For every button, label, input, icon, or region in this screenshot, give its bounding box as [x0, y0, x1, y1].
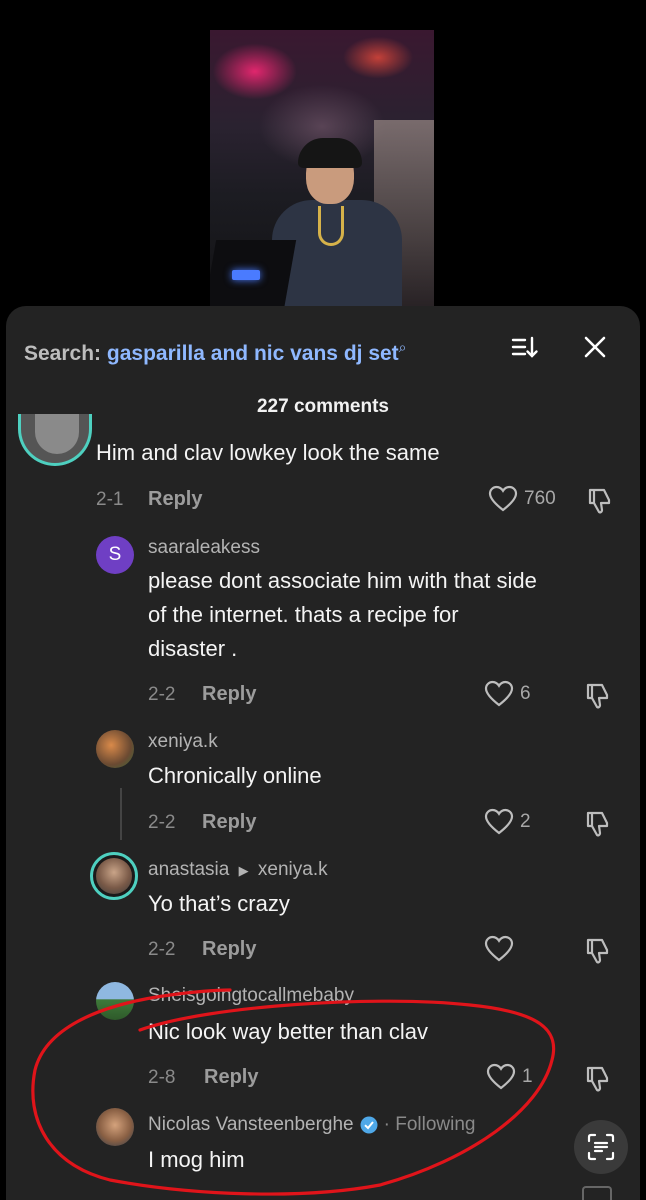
- video-person-cap: [298, 138, 362, 168]
- avatar[interactable]: [96, 730, 134, 768]
- scan-text-icon: [587, 1133, 615, 1161]
- comment-username[interactable]: xeniya.k: [148, 731, 218, 753]
- avatar[interactable]: [18, 414, 92, 466]
- reply-button[interactable]: Reply: [202, 811, 256, 834]
- comment-username[interactable]: Sheisgoingtocallmebaby: [148, 985, 354, 1007]
- comment-text-line-2: of the internet. thats a recipe for: [148, 602, 459, 627]
- heart-icon: [486, 1063, 516, 1090]
- comment-username[interactable]: Nicolas Vansteenberghe · Following: [148, 1114, 476, 1136]
- comment-date: 2-8: [148, 1067, 176, 1088]
- comment-text-line-1: please dont associate him with that side: [148, 568, 537, 593]
- bottom-partial-icon: [582, 1186, 612, 1200]
- sort-icon[interactable]: [510, 332, 540, 362]
- reply-button[interactable]: Reply: [204, 1066, 258, 1089]
- close-icon[interactable]: [580, 332, 610, 362]
- avatar-letter: S: [108, 544, 122, 565]
- thread-line: [120, 788, 122, 840]
- comments-panel: Search: gasparilla and nic vans dj set⌕ …: [6, 306, 640, 1200]
- like-button[interactable]: 6: [484, 680, 531, 708]
- search-prefix: Search:: [24, 342, 102, 365]
- heart-icon: [484, 808, 514, 835]
- comment-text: Chronically online: [148, 763, 322, 788]
- comment-date: 2-2: [148, 939, 176, 960]
- dislike-icon[interactable]: [582, 1064, 612, 1094]
- like-count: 760: [524, 488, 556, 509]
- video-thumbnail[interactable]: [210, 30, 434, 306]
- avatar-photo: [35, 414, 79, 454]
- like-button[interactable]: 2: [484, 808, 531, 836]
- comment-text-line-3: disaster .: [148, 636, 238, 661]
- comment-date: 2-2: [148, 684, 176, 705]
- username-nicolas[interactable]: Nicolas Vansteenberghe: [148, 1114, 354, 1136]
- reply-to-username[interactable]: xeniya.k: [258, 859, 328, 880]
- comment-username[interactable]: saaraleakess: [148, 537, 260, 559]
- comment-date: 2-1: [96, 489, 124, 510]
- dislike-icon[interactable]: [582, 936, 612, 966]
- comment-username[interactable]: anastasia ▶ xeniya.k: [148, 859, 328, 881]
- dislike-icon[interactable]: [582, 681, 612, 711]
- following-label[interactable]: · Following: [384, 1114, 476, 1136]
- dislike-icon[interactable]: [584, 486, 614, 516]
- search-icon[interactable]: ⌕: [399, 339, 407, 355]
- comments-count: 227 comments: [256, 396, 389, 417]
- reply-button[interactable]: Reply: [148, 488, 202, 511]
- comment-text: Nic look way better than clav: [148, 1019, 429, 1044]
- avatar[interactable]: [96, 1108, 134, 1146]
- avatar[interactable]: [96, 982, 134, 1020]
- caret-right-icon: ▶: [238, 863, 249, 878]
- like-count: 6: [520, 683, 531, 704]
- comment-date: 2-2: [148, 812, 176, 833]
- reply-button[interactable]: Reply: [202, 683, 256, 706]
- scan-text-button[interactable]: [574, 1120, 628, 1174]
- avatar-photo: [96, 858, 132, 894]
- verified-badge-icon: [360, 1116, 378, 1134]
- search-query[interactable]: gasparilla and nic vans dj set: [107, 342, 399, 365]
- heart-icon: [488, 485, 518, 512]
- comment-text: Yo that’s crazy: [148, 891, 290, 916]
- like-count: 1: [522, 1066, 533, 1087]
- like-button[interactable]: 760: [488, 485, 556, 513]
- dislike-icon[interactable]: [582, 809, 612, 839]
- video-deck-light: [232, 270, 260, 280]
- heart-icon: [484, 680, 514, 707]
- heart-icon: [484, 935, 514, 962]
- like-button[interactable]: [484, 935, 514, 963]
- like-button[interactable]: 1: [486, 1063, 533, 1091]
- username-anastasia[interactable]: anastasia: [148, 859, 229, 880]
- like-count: 2: [520, 811, 531, 832]
- reply-button[interactable]: Reply: [202, 938, 256, 961]
- comment-text: Him and clav lowkey look the same: [96, 440, 440, 465]
- avatar[interactable]: [90, 852, 138, 900]
- comment-text: I mog him: [148, 1147, 245, 1172]
- video-person-chain: [318, 206, 344, 246]
- search-header[interactable]: Search: gasparilla and nic vans dj set⌕: [24, 334, 407, 367]
- avatar[interactable]: S: [96, 536, 134, 574]
